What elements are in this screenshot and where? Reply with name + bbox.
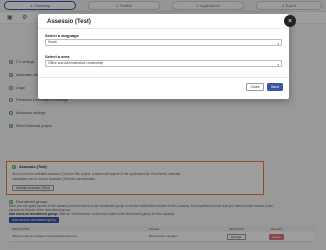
language-select[interactable]: Norsk ▾ [45,39,282,46]
save-button[interactable]: Save [267,83,283,91]
close-button[interactable]: Close [246,83,264,91]
chevron-down-icon: ▾ [277,62,279,67]
close-icon[interactable]: × [284,15,296,27]
language-value: Norsk [48,40,57,45]
area-select[interactable]: Office and Administrative Leadership ▾ [45,60,282,67]
language-label: Select a language [45,33,79,38]
divider [38,77,289,78]
area-value: Office and Administrative Leadership [48,61,104,66]
modal-title: Assessio (Test) [47,19,91,25]
assessio-modal: Assessio (Test) × Select a language Nors… [38,14,296,99]
area-label: Select a area [45,54,70,59]
divider [38,28,289,29]
chevron-down-icon: ▾ [277,41,279,46]
